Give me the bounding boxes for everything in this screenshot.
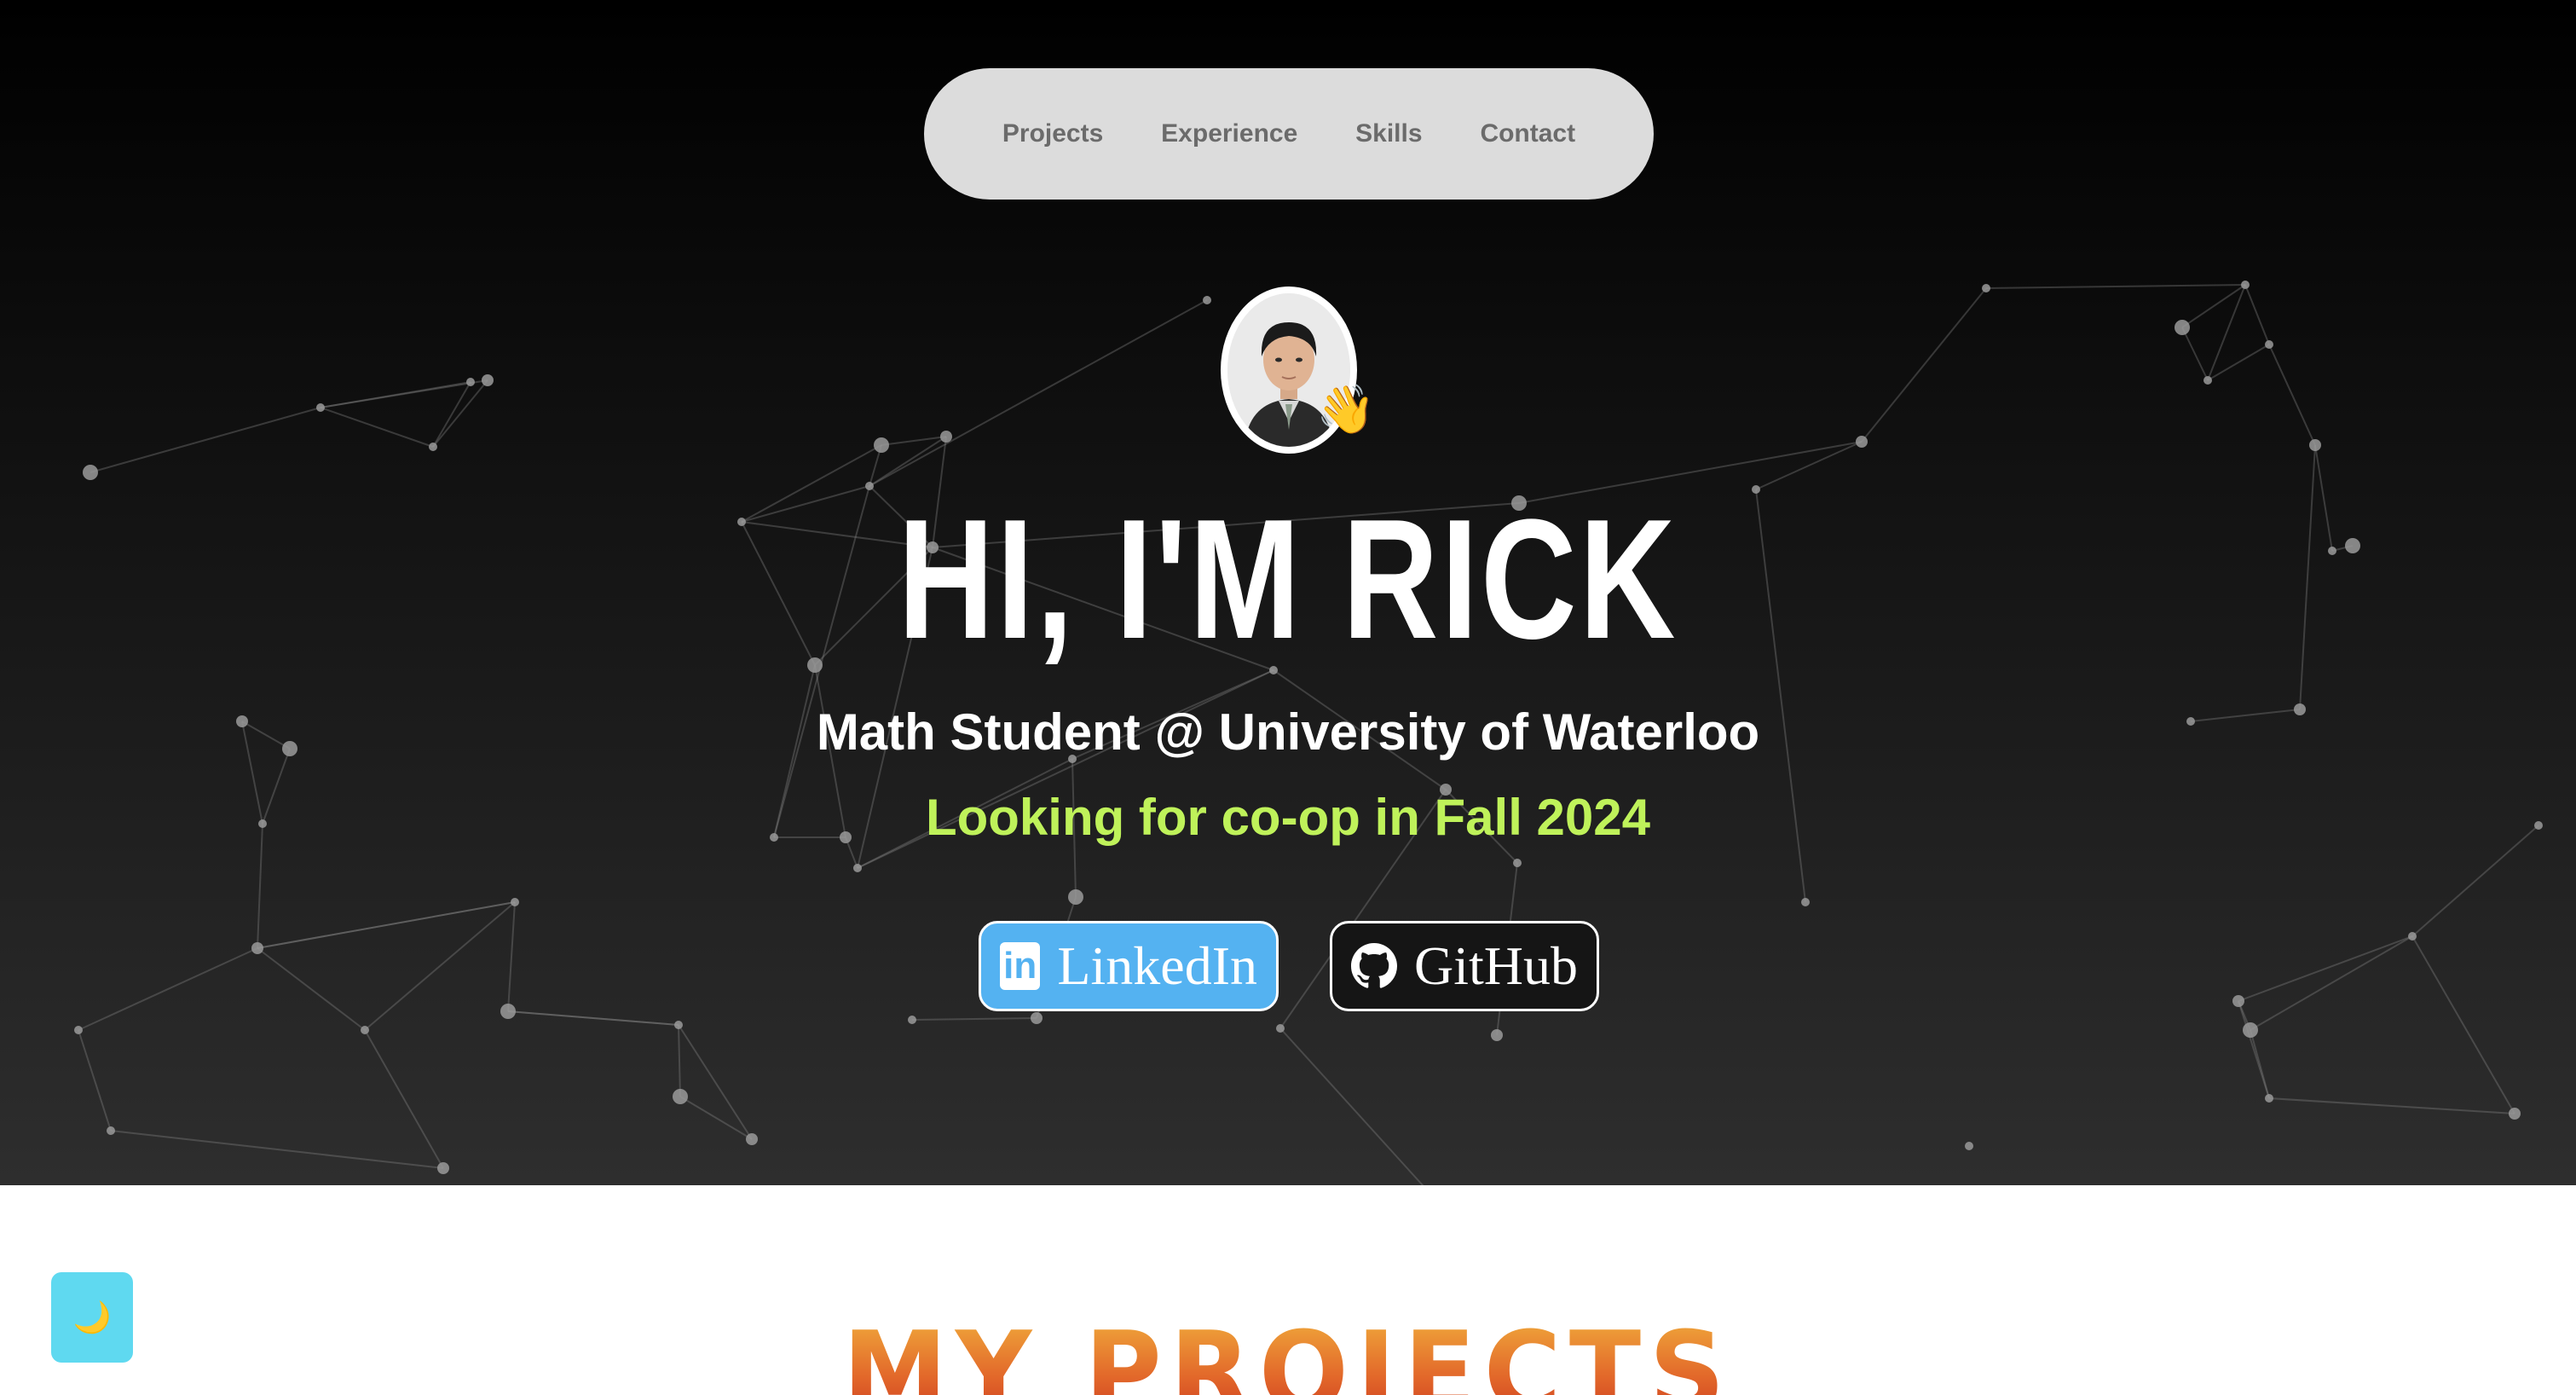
network-link <box>2268 1097 2515 1114</box>
network-node <box>437 1162 449 1174</box>
network-node <box>1068 889 1083 905</box>
hero-title: HI, I'M RICK <box>898 484 1678 674</box>
network-node <box>908 1016 916 1024</box>
network-link <box>678 1024 681 1097</box>
network-link <box>257 901 516 949</box>
network-link <box>1985 284 2246 289</box>
network-node <box>746 1133 758 1145</box>
nav-projects[interactable]: Projects <box>1002 119 1103 148</box>
network-node <box>2232 995 2244 1007</box>
network-link <box>78 1029 112 1132</box>
network-node <box>2309 439 2321 451</box>
network-link <box>2411 935 2515 1114</box>
network-link <box>2299 444 2316 710</box>
network-node <box>107 1126 115 1135</box>
nav-experience[interactable]: Experience <box>1161 119 1297 148</box>
network-link <box>678 1024 753 1140</box>
network-link <box>2244 284 2270 345</box>
nav-skills[interactable]: Skills <box>1355 119 1422 148</box>
network-link <box>1861 287 1987 443</box>
network-node <box>2175 320 2190 335</box>
linkedin-icon: in <box>1000 942 1041 990</box>
network-node <box>1982 284 1990 292</box>
network-node <box>940 431 952 443</box>
network-link <box>320 407 434 448</box>
network-node <box>2243 1022 2258 1038</box>
network-node <box>361 1026 369 1034</box>
network-link <box>2181 327 2209 381</box>
network-node <box>1856 436 1868 448</box>
network-node <box>1203 296 1211 304</box>
network-link <box>2238 1000 2270 1099</box>
network-node <box>2241 281 2250 289</box>
network-node <box>1752 485 1760 494</box>
network-link <box>2207 344 2270 381</box>
network-node <box>874 437 889 453</box>
coop-status: Looking for co-op in Fall 2024 <box>925 789 1651 846</box>
network-link <box>2207 284 2246 381</box>
network-node <box>2265 340 2273 349</box>
network-link <box>2268 344 2316 446</box>
network-node <box>1965 1142 1973 1150</box>
network-link <box>2314 444 2333 552</box>
network-node <box>482 374 494 386</box>
network-link <box>2238 935 2413 1002</box>
github-icon <box>1351 943 1397 988</box>
network-link <box>507 1010 679 1026</box>
network-node <box>853 864 862 872</box>
network-node <box>2345 538 2360 553</box>
network-link <box>432 379 488 448</box>
github-button[interactable]: GitHub <box>1330 921 1599 1011</box>
projects-heading-text: MY PROJECTS <box>843 1317 1734 1395</box>
network-link <box>911 1017 1037 1021</box>
network-link <box>320 379 488 408</box>
network-link <box>78 947 258 1031</box>
avatar: 👋 <box>1221 287 1376 454</box>
network-link <box>432 381 471 448</box>
network-link <box>364 901 516 1031</box>
network-link <box>364 1029 444 1169</box>
network-node <box>1031 1012 1043 1024</box>
network-node <box>500 1004 516 1019</box>
network-node <box>2328 547 2336 555</box>
network-node <box>74 1026 83 1034</box>
network-node <box>466 378 475 386</box>
network-node <box>429 443 437 451</box>
network-link <box>90 407 321 473</box>
network-link <box>2181 284 2246 328</box>
network-node <box>1513 859 1522 867</box>
network-link <box>507 901 516 1012</box>
hero-subtitle: Math Student @ University of Waterloo <box>816 703 1760 761</box>
linkedin-label: LinkedIn <box>1057 935 1257 996</box>
network-node <box>2265 1094 2273 1103</box>
network-link <box>869 299 1208 487</box>
hero-section: Projects Experience Skills Contact 👋 HI,… <box>0 0 2576 1185</box>
network-node <box>2203 376 2212 385</box>
nav-contact[interactable]: Contact <box>1480 119 1575 148</box>
network-link <box>1279 1027 1424 1185</box>
top-nav: Projects Experience Skills Contact <box>924 68 1654 200</box>
github-label: GitHub <box>1414 935 1578 996</box>
network-node <box>1801 898 1810 906</box>
network-link <box>257 947 366 1031</box>
network-link <box>679 1096 753 1140</box>
network-link <box>2250 935 2413 1031</box>
network-node <box>511 898 519 906</box>
projects-section-heading: MY PROJECTS <box>0 1317 2576 1395</box>
network-link <box>1755 441 1863 490</box>
network-node <box>1491 1029 1503 1041</box>
network-node <box>2408 932 2417 941</box>
network-link <box>110 1130 444 1169</box>
network-node <box>1276 1024 1285 1033</box>
waving-hand-icon: 👋 <box>1316 382 1376 436</box>
network-node <box>316 403 325 412</box>
network-node <box>2509 1108 2521 1120</box>
network-node <box>251 942 263 954</box>
network-node <box>865 482 874 490</box>
linkedin-button[interactable]: in LinkedIn <box>979 921 1279 1011</box>
network-node <box>674 1021 683 1029</box>
network-node <box>83 465 98 480</box>
network-node <box>673 1089 688 1104</box>
